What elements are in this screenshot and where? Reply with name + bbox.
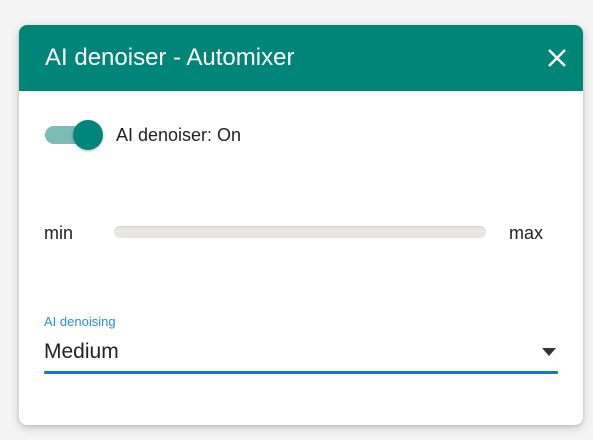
toggle-thumb bbox=[73, 120, 103, 150]
app-stage: AI denoiser - Automixer AI denoiser: On … bbox=[0, 0, 593, 440]
denoise-level-slider[interactable] bbox=[114, 226, 486, 238]
dialog-header: AI denoiser - Automixer bbox=[19, 25, 583, 91]
slider-max-label: max bbox=[509, 223, 544, 243]
select-underline bbox=[44, 371, 558, 374]
close-icon bbox=[548, 49, 566, 67]
caret-down-icon bbox=[542, 348, 556, 356]
select-label: AI denoising bbox=[44, 314, 116, 329]
denoising-select[interactable]: Medium bbox=[44, 335, 558, 374]
toggle-label: AI denoiser: On bbox=[116, 125, 242, 145]
denoiser-dialog: AI denoiser - Automixer AI denoiser: On … bbox=[19, 25, 583, 425]
close-button[interactable] bbox=[539, 40, 575, 76]
denoiser-toggle[interactable] bbox=[45, 120, 105, 150]
select-value: Medium bbox=[44, 340, 119, 363]
slider-min-label: min bbox=[44, 223, 74, 243]
dialog-title: AI denoiser - Automixer bbox=[45, 44, 295, 71]
